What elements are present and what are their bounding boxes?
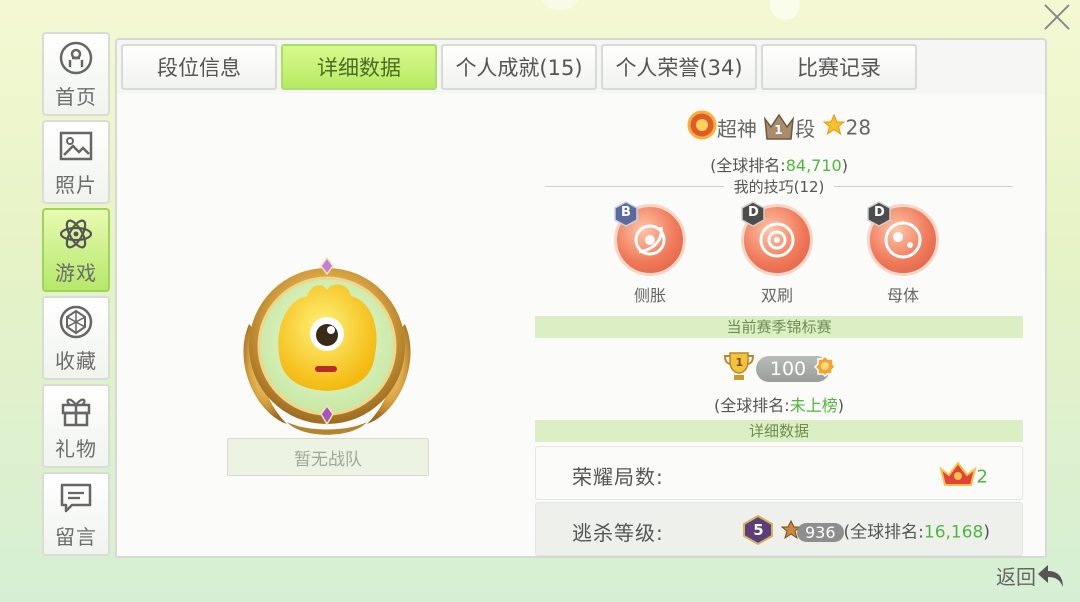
skill-item[interactable]: D 双刷 (732, 201, 822, 306)
gift-icon (57, 391, 95, 429)
sidebar-item-label: 留言 (55, 524, 97, 549)
skill-mother-body-icon: D (866, 201, 939, 276)
content-area: 暂无战队 超神 1 段 28 (全球排名:84,710) 我的技巧(12) B … (117, 94, 1045, 556)
sidebar-item-label: 礼物 (55, 436, 97, 461)
grade-badge-icon: B (613, 201, 639, 227)
home-icon (57, 39, 95, 77)
skill-item[interactable]: B 侧胀 (605, 201, 695, 306)
team-label: 暂无战队 (227, 438, 429, 476)
tab-match-records[interactable]: 比赛记录 (761, 44, 917, 90)
sidebar-item-gift[interactable]: 礼物 (42, 384, 110, 468)
escape-label: 逃杀等级: (572, 521, 664, 545)
sidebar: 首页 照片 游戏 收藏 礼物 留言 (42, 32, 110, 560)
sidebar-item-label: 游戏 (55, 260, 97, 285)
photo-icon (57, 127, 95, 165)
skill-side-expand-icon: B (613, 201, 686, 276)
global-rank-suffix: ) (841, 156, 848, 175)
skill-name: 母体 (886, 286, 919, 305)
tab-detail-data[interactable]: 详细数据 (281, 44, 437, 90)
global-rank-suffix: ) (837, 396, 844, 415)
escape-row: 逃杀等级: 5 936 (全球排名:16,168) (535, 502, 1023, 556)
championship-global-rank: (全球排名:未上榜) (535, 392, 1023, 416)
skill-grade: D (874, 205, 885, 220)
rank-stars: 28 (845, 115, 872, 140)
rank-line: 超神 1 段 28 (535, 110, 1023, 145)
glory-value-group: 2 (938, 461, 988, 494)
skill-item[interactable]: D 母体 (858, 201, 948, 306)
super-god-badge-icon (687, 110, 717, 145)
global-rank-prefix: (全球排名: (714, 396, 790, 415)
glory-row: 荣耀局数: 2 (535, 446, 1023, 500)
global-rank-value: 84,710 (785, 156, 842, 175)
escape-rank-prefix: (全球排名: (843, 522, 924, 543)
escape-level: 5 (753, 521, 764, 539)
championship-score-line: 1 100 (535, 350, 1023, 387)
bg-glow (540, 0, 580, 10)
tab-rank-info[interactable]: 段位信息 (121, 44, 277, 90)
escape-value-group: 5 936 (全球排名:16,168) (741, 514, 990, 550)
championship-section-title: 当前赛季锦标赛 (535, 316, 1023, 338)
atom-icon (57, 215, 95, 253)
avatar[interactable] (227, 254, 427, 444)
rank-duan: 段 (795, 117, 816, 141)
sidebar-item-game[interactable]: 游戏 (42, 208, 110, 292)
close-button[interactable] (1040, 0, 1074, 34)
skill-grade: B (621, 205, 631, 220)
collection-icon (57, 303, 95, 341)
skills-title: 我的技巧(12) (724, 176, 834, 197)
escape-level-icon: 5 (741, 514, 775, 550)
message-icon (57, 479, 95, 517)
rank-tier-name: 超神 (716, 117, 757, 141)
sidebar-item-photo[interactable]: 照片 (42, 120, 110, 204)
grade-badge-icon: D (740, 201, 766, 227)
global-rank-prefix: (全球排名: (710, 156, 786, 175)
sidebar-item-label: 收藏 (55, 348, 97, 373)
escape-rank-suffix: ) (983, 522, 990, 543)
glory-value: 2 (976, 466, 988, 488)
skill-grade: D (748, 205, 759, 220)
back-label: 返回 (996, 565, 1036, 589)
sidebar-item-label: 照片 (55, 172, 97, 197)
trophy-level: 1 (735, 356, 744, 369)
skill-name: 侧胀 (633, 286, 666, 305)
grade-badge-icon: D (866, 201, 892, 227)
rank-level-number: 1 (774, 122, 783, 137)
global-rank-value: 未上榜 (789, 396, 838, 415)
star-icon (822, 113, 846, 142)
back-arrow-icon (1038, 564, 1063, 587)
tab-bar: 段位信息 详细数据 个人成就(15) 个人荣誉(34) 比赛记录 (121, 44, 921, 90)
sidebar-item-collection[interactable]: 收藏 (42, 296, 110, 380)
glory-crown-icon (938, 461, 977, 494)
escape-rank-value: 16,168 (923, 522, 984, 543)
back-button[interactable]: 返回 (996, 561, 1066, 590)
tab-achievements[interactable]: 个人成就(15) (441, 44, 597, 90)
medal-icon (814, 354, 837, 382)
sidebar-item-label: 首页 (55, 84, 97, 109)
bg-glow (770, 0, 800, 20)
global-rank: (全球排名:84,710) (535, 152, 1023, 176)
sidebar-item-message[interactable]: 留言 (42, 472, 110, 556)
skills-divider: 我的技巧(12) (545, 176, 1013, 197)
skill-double-swipe-icon: D (740, 201, 813, 276)
details-section-title: 详细数据 (535, 420, 1023, 442)
trophy-icon: 1 (722, 350, 756, 387)
sidebar-item-home[interactable]: 首页 (42, 32, 110, 116)
stats-column: 超神 1 段 28 (全球排名:84,710) 我的技巧(12) B 侧胀 D … (535, 94, 1023, 556)
escape-score: 936 (796, 523, 844, 542)
rank-level-icon: 1 (763, 113, 795, 143)
glory-label: 荣耀局数: (572, 465, 664, 489)
tab-honors[interactable]: 个人荣誉(34) (601, 44, 757, 90)
main-panel: 段位信息 详细数据 个人成就(15) 个人荣誉(34) 比赛记录 暂无战队 超神… (115, 38, 1047, 558)
skill-name: 双刷 (760, 286, 793, 305)
